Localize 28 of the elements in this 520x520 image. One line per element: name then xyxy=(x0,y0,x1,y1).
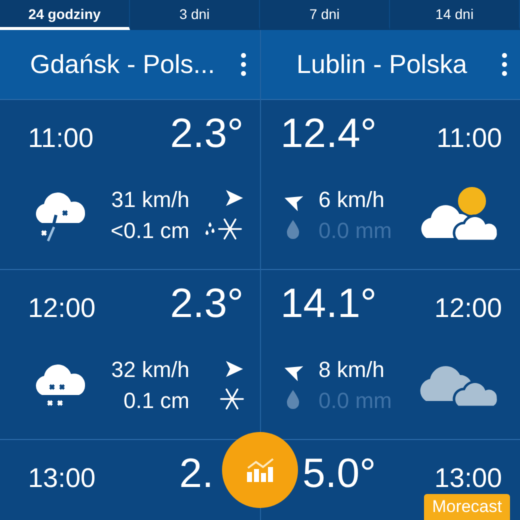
hour-time: 13:00 xyxy=(28,463,96,494)
temperature: 14.1° xyxy=(280,280,377,327)
sleet-icon xyxy=(204,216,244,242)
hour-time: 12:00 xyxy=(28,293,96,324)
wind-direction-icon xyxy=(224,359,244,379)
temperature: 2. xyxy=(179,450,214,497)
hour-time: 11:00 xyxy=(28,123,94,154)
temperature: 2.3° xyxy=(170,110,244,157)
brand-badge: Morecast xyxy=(424,494,510,520)
temperature: 12.4° xyxy=(280,110,377,157)
hour-time: 11:00 xyxy=(436,123,502,154)
wind-speed: 31 km/h xyxy=(111,186,190,214)
hour-time: 12:00 xyxy=(434,293,502,324)
raindrop-icon xyxy=(286,389,300,409)
location-name: Gdańsk - Pols... xyxy=(30,49,215,80)
raindrop-icon xyxy=(286,219,300,239)
chart-icon xyxy=(245,457,275,483)
wind-speed: 32 km/h xyxy=(111,356,190,384)
wind-speed: 6 km/h xyxy=(318,186,385,214)
hour-time: 13:00 xyxy=(434,463,502,494)
temperature: 2.3° xyxy=(170,280,244,327)
temperature: 5.0° xyxy=(302,450,376,497)
precipitation-amount: 0.1 cm xyxy=(123,387,190,415)
wind-direction-icon xyxy=(224,188,244,208)
precipitation-amount: <0.1 cm xyxy=(110,217,190,245)
wind-speed: 8 km/h xyxy=(318,356,385,384)
snowflake-icon xyxy=(220,387,244,411)
location-name: Lublin - Polska xyxy=(296,49,468,80)
